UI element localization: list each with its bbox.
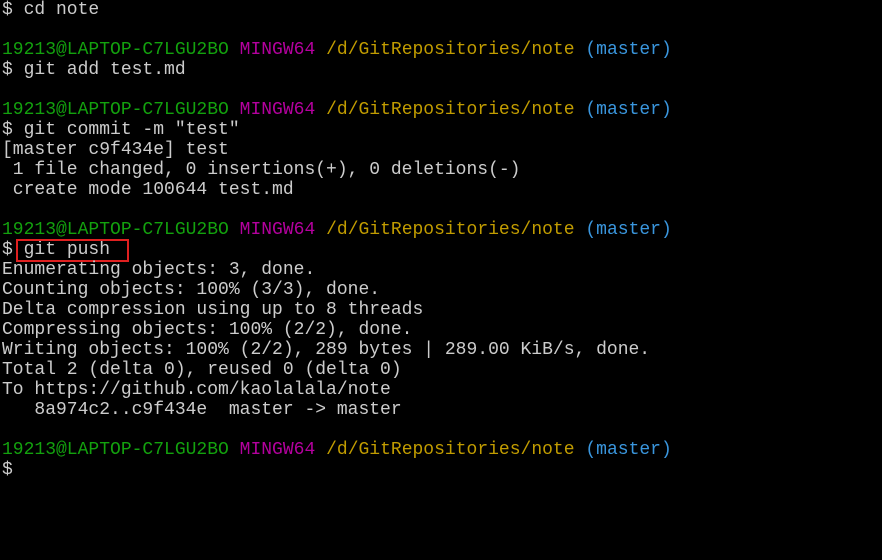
prompt-branch: (master) — [585, 220, 672, 240]
command-cd: $ cd note — [2, 0, 100, 20]
output-line: Total 2 (delta 0), reused 0 (delta 0) — [2, 360, 402, 380]
prompt-line: 19213@LAPTOP-C7LGU2BO MINGW64 /d/GitRepo… — [2, 220, 672, 240]
prompt-line: 19213@LAPTOP-C7LGU2BO MINGW64 /d/GitRepo… — [2, 440, 672, 460]
prompt-shell: MINGW64 — [239, 440, 316, 460]
prompt-branch: (master) — [585, 440, 672, 460]
prompt-user-host: 19213@LAPTOP-C7LGU2BO — [2, 440, 229, 460]
prompt-line: 19213@LAPTOP-C7LGU2BO MINGW64 /d/GitRepo… — [2, 40, 672, 60]
prompt-shell: MINGW64 — [239, 100, 316, 120]
output-line: Delta compression using up to 8 threads — [2, 300, 424, 320]
output-line: Enumerating objects: 3, done. — [2, 260, 316, 280]
prompt-shell: MINGW64 — [239, 40, 316, 60]
prompt-path: /d/GitRepositories/note — [326, 100, 575, 120]
prompt-symbol: $ — [2, 240, 13, 260]
prompt-branch: (master) — [585, 100, 672, 120]
output-line: Writing objects: 100% (2/2), 289 bytes |… — [2, 340, 651, 360]
command-add: $ git add test.md — [2, 60, 186, 80]
output-line: Compressing objects: 100% (2/2), done. — [2, 320, 413, 340]
prompt-path: /d/GitRepositories/note — [326, 440, 575, 460]
output-line: To https://github.com/kaolalala/note — [2, 380, 391, 400]
prompt-user-host: 19213@LAPTOP-C7LGU2BO — [2, 100, 229, 120]
prompt-path: /d/GitRepositories/note — [326, 40, 575, 60]
output-line: 1 file changed, 0 insertions(+), 0 delet… — [2, 160, 521, 180]
prompt-shell: MINGW64 — [239, 220, 316, 240]
output-line: 8a974c2..c9f434e master -> master — [2, 400, 402, 420]
prompt-user-host: 19213@LAPTOP-C7LGU2BO — [2, 40, 229, 60]
command-input-line[interactable]: $ — [2, 460, 13, 480]
output-line: [master c9f434e] test — [2, 140, 229, 160]
output-line: Counting objects: 100% (3/3), done. — [2, 280, 381, 300]
terminal-window[interactable]: $ cd note 19213@LAPTOP-C7LGU2BO MINGW64 … — [0, 0, 882, 482]
prompt-branch: (master) — [585, 40, 672, 60]
prompt-path: /d/GitRepositories/note — [326, 220, 575, 240]
prompt-line: 19213@LAPTOP-C7LGU2BO MINGW64 /d/GitRepo… — [2, 100, 672, 120]
command-commit: $ git commit -m "test" — [2, 120, 240, 140]
output-line: create mode 100644 test.md — [2, 180, 294, 200]
push-highlight-box — [16, 239, 129, 262]
prompt-user-host: 19213@LAPTOP-C7LGU2BO — [2, 220, 229, 240]
